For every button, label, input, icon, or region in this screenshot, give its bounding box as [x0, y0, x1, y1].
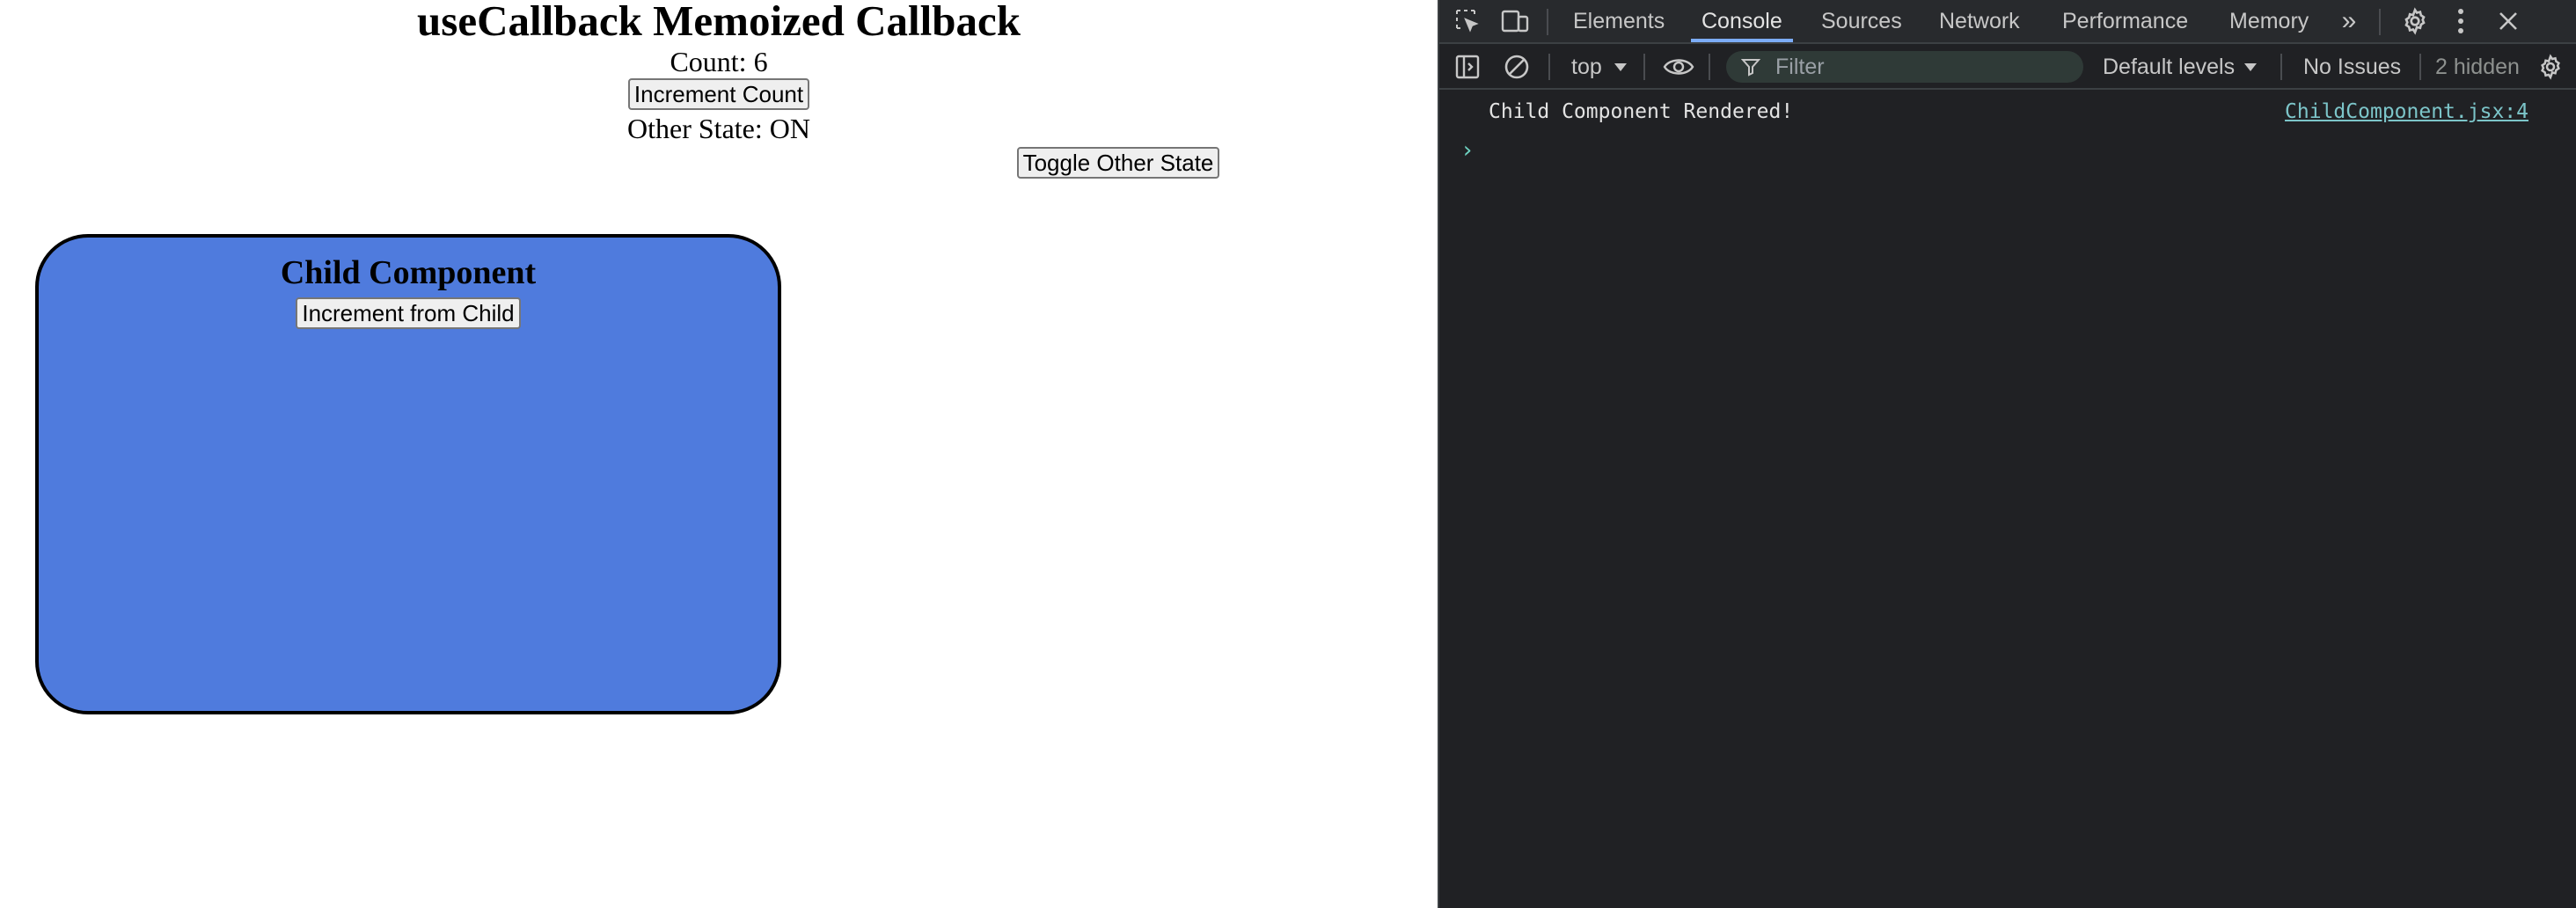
log-levels-dropdown[interactable]: Default levels	[2103, 44, 2235, 90]
tab-console[interactable]: Console	[1691, 0, 1793, 42]
filter-input[interactable]: Filter	[1726, 51, 2083, 83]
tabbar-separator	[1547, 9, 1548, 35]
live-expression-eye-icon[interactable]	[1661, 51, 1696, 83]
tab-network[interactable]: Network	[1939, 0, 2020, 42]
count-display: Count: 6	[670, 46, 768, 77]
filter-placeholder: Filter	[1775, 55, 1825, 79]
app-viewport: useCallback Memoized Callback Count: 6 I…	[0, 0, 1438, 908]
console-toolbar: top Filter Default levels No Issues 2 hi…	[1439, 44, 2576, 90]
tab-sources[interactable]: Sources	[1821, 0, 1902, 42]
page-title: useCallback Memoized Callback	[417, 0, 1021, 45]
tabbar-separator	[2379, 9, 2381, 35]
filter-funnel-icon	[1740, 56, 1761, 77]
console-settings-gear-icon[interactable]	[2536, 52, 2565, 82]
devtools-tabbar: Elements Console Sources Network Perform…	[1439, 0, 2576, 44]
close-icon[interactable]	[2492, 4, 2525, 38]
toolbar-separator	[2419, 54, 2421, 80]
sidebar-toggle-icon[interactable]	[1452, 51, 1483, 83]
increment-from-child-button[interactable]: Increment from Child	[296, 297, 521, 329]
context-selector[interactable]: top	[1571, 44, 1602, 90]
toggle-other-state-button[interactable]: Toggle Other State	[1017, 147, 1219, 179]
chevron-down-icon	[2242, 58, 2259, 76]
hidden-count: 2 hidden	[2435, 55, 2520, 79]
console-prompt[interactable]: ›	[1460, 137, 1475, 164]
tab-memory[interactable]: Memory	[2229, 0, 2309, 42]
chevron-down-icon	[1612, 58, 1629, 76]
settings-gear-icon[interactable]	[2398, 4, 2432, 38]
issues-counter[interactable]: No Issues	[2303, 44, 2401, 90]
child-component-title: Child Component	[280, 254, 537, 291]
toolbar-separator	[1709, 54, 1710, 80]
clear-console-icon[interactable]	[1501, 51, 1533, 83]
inspect-element-icon[interactable]	[1452, 5, 1483, 37]
increment-count-button[interactable]: Increment Count	[628, 78, 809, 110]
devtools-panel: Elements Console Sources Network Perform…	[1438, 0, 2576, 908]
toolbar-separator	[1548, 54, 1550, 80]
console-source-link[interactable]: ChildComponent.jsx:4	[2285, 99, 2528, 125]
tab-performance[interactable]: Performance	[2062, 0, 2188, 42]
tab-elements[interactable]: Elements	[1573, 0, 1665, 42]
toolbar-separator	[1643, 54, 1645, 80]
console-log-message: Child Component Rendered!	[1489, 100, 1794, 123]
child-component-box: Child Component Increment from Child	[35, 234, 781, 714]
toolbar-separator	[2280, 54, 2282, 80]
device-toolbar-icon[interactable]	[1499, 5, 1531, 37]
other-state-display: Other State: ON	[627, 113, 810, 144]
more-options-icon[interactable]	[2448, 4, 2474, 38]
double-chevron-right-icon[interactable]: »	[2333, 5, 2365, 37]
